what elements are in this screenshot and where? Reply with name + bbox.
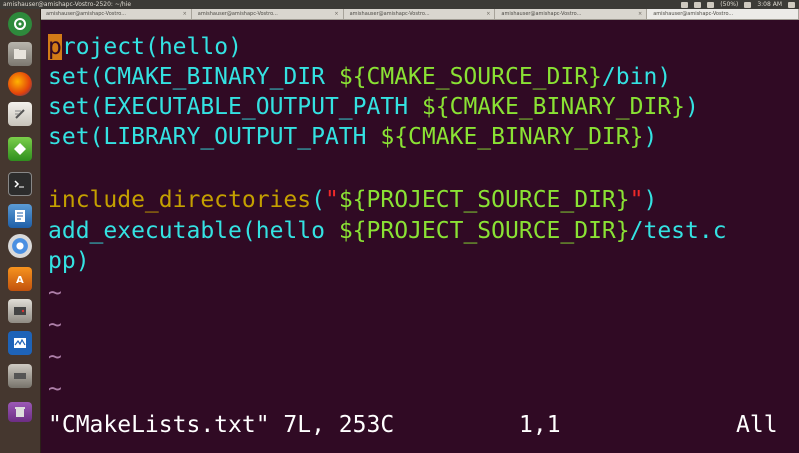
code-line: add_executable(hello ${PROJECT_SOURCE_DI… bbox=[48, 218, 727, 244]
network-icon[interactable] bbox=[681, 2, 689, 8]
vim-status-scroll: All bbox=[736, 412, 778, 438]
keyboard-icon[interactable] bbox=[694, 2, 702, 8]
tab-close-button[interactable]: × bbox=[334, 9, 338, 19]
files-icon[interactable] bbox=[8, 42, 32, 66]
battery-percentage: (50%) bbox=[720, 1, 739, 8]
document-viewer-icon[interactable] bbox=[8, 204, 32, 228]
clock[interactable]: 3:08 AM bbox=[757, 0, 782, 9]
window-title: amishauser@amishapc-Vostro-2520: ~/hie bbox=[3, 1, 132, 8]
volume-icon[interactable] bbox=[744, 2, 752, 8]
system-top-bar: amishauser@amishapc-Vostro-2520: ~/hie (… bbox=[0, 0, 799, 9]
tab-close-button[interactable]: × bbox=[638, 9, 642, 19]
tab-label: amishauser@amishapc-Vostro... bbox=[46, 11, 127, 17]
firefox-icon[interactable] bbox=[8, 72, 32, 96]
gem-icon[interactable] bbox=[8, 137, 32, 161]
terminal-icon[interactable] bbox=[8, 172, 32, 196]
drive-icon[interactable] bbox=[8, 364, 32, 388]
tab-label: amishauser@amishapc-Vostro... bbox=[501, 11, 582, 17]
trash-icon[interactable] bbox=[8, 402, 32, 422]
software-center-icon[interactable]: A bbox=[8, 267, 32, 291]
tab-close-button[interactable]: × bbox=[486, 9, 490, 19]
system-monitor-icon[interactable] bbox=[8, 331, 32, 355]
terminal-tab-bar: amishauser@amishapc-Vostro... × amishause… bbox=[40, 9, 799, 20]
code-line: set(CMAKE_BINARY_DIR ${CMAKE_SOURCE_DIR}… bbox=[48, 64, 672, 90]
code-line: project(hello) bbox=[48, 34, 242, 60]
code-line: set(EXECUTABLE_OUTPUT_PATH ${CMAKE_BINAR… bbox=[48, 94, 699, 120]
vim-status-position: 1,1 bbox=[519, 412, 561, 438]
text-editor-icon[interactable] bbox=[8, 102, 32, 126]
tab-label: amishauser@amishapc-Vostro... bbox=[197, 11, 278, 17]
terminal-tab[interactable]: amishauser@amishapc-Vostro... × bbox=[495, 9, 648, 19]
battery-icon[interactable] bbox=[707, 2, 715, 8]
disk-icon[interactable] bbox=[8, 299, 32, 323]
settings-gear-icon[interactable] bbox=[788, 2, 795, 8]
launcher-sidebar: A bbox=[0, 9, 41, 453]
chromium-icon[interactable] bbox=[8, 234, 32, 258]
code-line-wrapped: pp) bbox=[48, 248, 90, 274]
empty-line-tilde: ~ bbox=[48, 376, 62, 402]
terminal-tab[interactable]: amishauser@amishapc-Vostro... × bbox=[344, 9, 496, 19]
empty-line-tilde: ~ bbox=[48, 280, 62, 306]
text-cursor: p bbox=[48, 34, 62, 60]
dash-home-icon[interactable] bbox=[8, 12, 32, 36]
system-tray: (50%) 3:08 AM bbox=[681, 0, 795, 9]
code-line: set(LIBRARY_OUTPUT_PATH ${CMAKE_BINARY_D… bbox=[48, 124, 658, 150]
tab-label: amishauser@amishapc-Vostro... bbox=[349, 11, 430, 17]
terminal-tab[interactable]: amishauser@amishapc-Vostro... × bbox=[40, 9, 192, 19]
empty-line-tilde: ~ bbox=[48, 312, 62, 338]
empty-line-tilde: ~ bbox=[48, 344, 62, 370]
vim-status-file: "CMakeLists.txt" 7L, 253C bbox=[48, 412, 395, 438]
svg-text:A: A bbox=[16, 275, 24, 285]
terminal-tab[interactable]: amishauser@amishapc-Vostro... × bbox=[192, 9, 344, 19]
tab-label: amishauser@amishapc-Vostro... bbox=[653, 11, 734, 17]
terminal-vim-editor[interactable]: project(hello) set(CMAKE_BINARY_DIR ${CM… bbox=[41, 20, 799, 453]
terminal-tab-active[interactable]: amishauser@amishapc-Vostro... bbox=[647, 9, 799, 19]
tab-close-button[interactable]: × bbox=[183, 9, 187, 19]
code-line: include_directories("${PROJECT_SOURCE_DI… bbox=[48, 187, 658, 213]
